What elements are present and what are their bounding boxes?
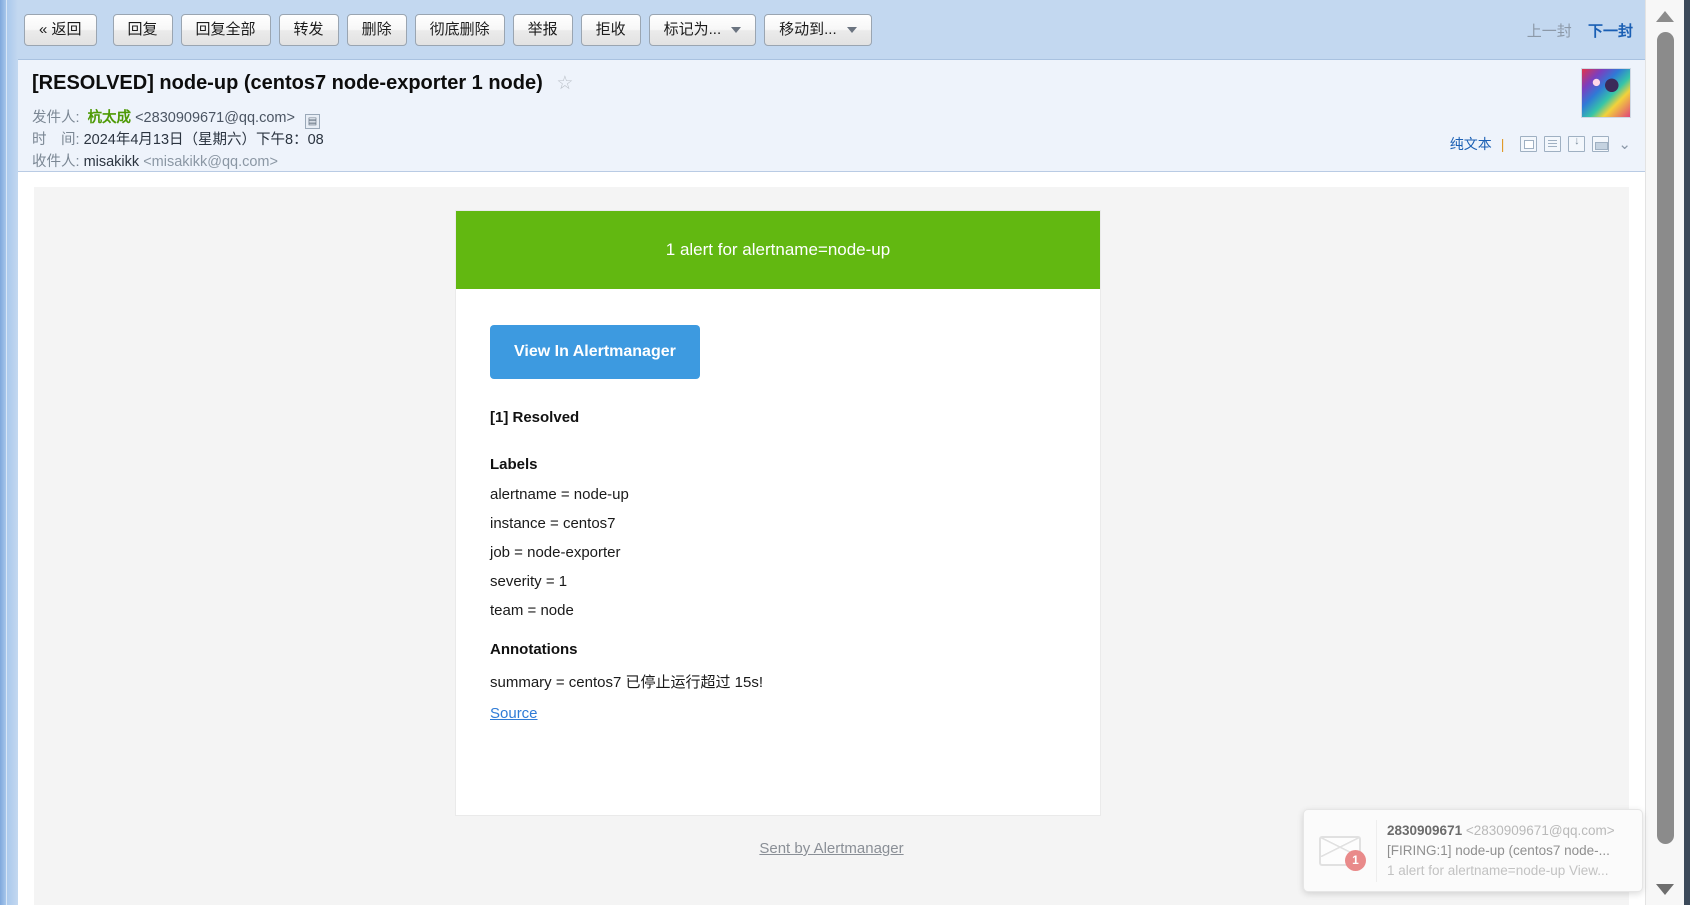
- save-to-drive-icon[interactable]: [1568, 135, 1586, 152]
- toolbar-button-group: « 返回 回复 回复全部 转发 删除 彻底删除 举报 拒收 标记为... 移动到…: [24, 14, 880, 46]
- move-to-dropdown[interactable]: 移动到...: [764, 14, 872, 46]
- reply-button-label: 回复: [127, 21, 158, 38]
- label-row: instance = centos7: [490, 515, 616, 532]
- mail-toolbar: « 返回 回复 回复全部 转发 删除 彻底删除 举报 拒收 标记为... 移动到…: [18, 0, 1645, 60]
- avatar: [1581, 68, 1631, 118]
- toast-icon-area: 1: [1304, 835, 1376, 871]
- delete-button[interactable]: 删除: [346, 14, 407, 46]
- forward-button[interactable]: 转发: [278, 14, 339, 46]
- scroll-up-button[interactable]: [1646, 4, 1684, 28]
- alert-banner-text: 1 alert for alertname=node-up: [665, 240, 891, 259]
- chevron-up-icon: [1656, 10, 1674, 22]
- report-spam-button[interactable]: 举报: [512, 14, 573, 46]
- mail-time-row: 时 间: 2024年4月13日（星期六）下午8：08: [32, 128, 324, 149]
- mail-subject: [RESOLVED] node-up (centos7 node-exporte…: [32, 72, 573, 95]
- report-spam-button-label: 举报: [527, 21, 558, 38]
- reject-button[interactable]: 拒收: [580, 14, 641, 46]
- reply-all-button-label: 回复全部: [195, 21, 256, 38]
- mail-body: 1 alert for alertname=node-up View In Al…: [18, 172, 1645, 905]
- toast-sender-address: <2830909671@qq.com>: [1465, 822, 1615, 838]
- label-row: alertname = node-up: [490, 486, 629, 503]
- annotations-heading: Annotations: [490, 641, 578, 658]
- label-row: team = node: [490, 602, 574, 619]
- to-name[interactable]: misakikk: [84, 154, 140, 170]
- labels-heading: Labels: [490, 456, 538, 473]
- toast-sender-name: 2830909671: [1387, 822, 1463, 838]
- back-button[interactable]: « 返回: [24, 14, 97, 46]
- reply-all-button[interactable]: 回复全部: [180, 14, 271, 46]
- message-navigation: 上一封 下一封: [1527, 20, 1633, 41]
- chevron-down-icon: [1656, 883, 1674, 895]
- window-left-edge: [0, 0, 18, 905]
- alert-card-body: View In Alertmanager [1] Resolved Labels…: [456, 289, 1100, 723]
- mail-body-canvas: 1 alert for alertname=node-up View In Al…: [34, 187, 1629, 905]
- from-address: <2830909671@qq.com>: [135, 110, 295, 126]
- toast-content: 2830909671 <2830909671@qq.com> [FIRING:1…: [1376, 819, 1642, 882]
- to-address: <misakikk@qq.com>: [143, 154, 278, 170]
- source-link[interactable]: Source: [490, 705, 538, 722]
- star-icon[interactable]: ☆: [556, 72, 573, 95]
- delete-button-label: 删除: [361, 21, 392, 38]
- previous-message-link[interactable]: 上一封: [1527, 23, 1572, 40]
- mail-to-row: 收件人: misakikk <misakikk@qq.com>: [32, 150, 278, 171]
- reply-button[interactable]: 回复: [112, 14, 173, 46]
- mail-subject-text: [RESOLVED] node-up (centos7 node-exporte…: [32, 72, 543, 94]
- toast-sender-line: 2830909671 <2830909671@qq.com>: [1387, 821, 1630, 841]
- print-icon[interactable]: [1592, 136, 1610, 152]
- unread-count-badge: 1: [1345, 849, 1366, 871]
- time-label: 时 间:: [32, 132, 80, 148]
- back-button-label: « 返回: [39, 21, 82, 38]
- separator: |: [1500, 136, 1505, 152]
- view-in-alertmanager-button[interactable]: View In Alertmanager: [490, 325, 700, 379]
- toast-preview: 1 alert for alertname=node-up View...: [1387, 862, 1609, 878]
- mail-header-actions: 纯文本 | ⌄: [1450, 134, 1631, 154]
- forward-button-label: 转发: [293, 21, 324, 38]
- open-in-window-icon[interactable]: [1520, 136, 1538, 152]
- move-to-dropdown-label: 移动到...: [779, 21, 837, 38]
- plain-text-link[interactable]: 纯文本: [1450, 134, 1492, 154]
- label-row: job = node-exporter: [490, 544, 621, 561]
- permanent-delete-button-label: 彻底删除: [429, 21, 490, 38]
- note-icon[interactable]: [1544, 136, 1562, 152]
- chevron-down-icon: [846, 27, 857, 34]
- from-label: 发件人:: [32, 110, 80, 126]
- vertical-scrollbar[interactable]: [1645, 0, 1684, 905]
- alert-email-card: 1 alert for alertname=node-up View In Al…: [455, 210, 1101, 816]
- mark-as-dropdown-label: 标记为...: [663, 21, 722, 38]
- new-mail-notification-toast[interactable]: 1 2830909671 <2830909671@qq.com> [FIRING…: [1303, 809, 1643, 892]
- time-value: 2024年4月13日（星期六）下午8：08: [83, 132, 324, 148]
- mark-as-dropdown[interactable]: 标记为...: [648, 14, 757, 46]
- mail-from-row: 发件人: 杭太成 <2830909671@qq.com> ▤: [32, 106, 320, 129]
- chevron-down-icon: [731, 27, 742, 34]
- window-right-edge: [1684, 0, 1690, 905]
- next-message-link[interactable]: 下一封: [1588, 23, 1633, 40]
- mail-header: [RESOLVED] node-up (centos7 node-exporte…: [18, 60, 1645, 172]
- mail-client-window: « 返回 回复 回复全部 转发 删除 彻底删除 举报 拒收 标记为... 移动到…: [0, 0, 1690, 905]
- from-name[interactable]: 杭太成: [88, 110, 132, 126]
- chevron-down-icon[interactable]: ⌄: [1618, 135, 1631, 153]
- to-label: 收件人:: [32, 154, 80, 170]
- alert-status-heading: [1] Resolved: [490, 409, 580, 426]
- contact-card-icon[interactable]: ▤: [304, 114, 320, 129]
- permanent-delete-button[interactable]: 彻底删除: [414, 14, 505, 46]
- reject-button-label: 拒收: [595, 21, 626, 38]
- label-row: severity = 1: [490, 573, 568, 590]
- alert-banner: 1 alert for alertname=node-up: [456, 211, 1100, 289]
- view-in-alertmanager-label: View In Alertmanager: [514, 343, 676, 360]
- scroll-down-button[interactable]: [1646, 877, 1684, 901]
- toast-subject: [FIRING:1] node-up (centos7 node-...: [1387, 842, 1610, 858]
- scrollbar-thumb[interactable]: [1657, 32, 1674, 844]
- annotation-row: summary = centos7 已停止运行超过 15s!: [490, 674, 763, 691]
